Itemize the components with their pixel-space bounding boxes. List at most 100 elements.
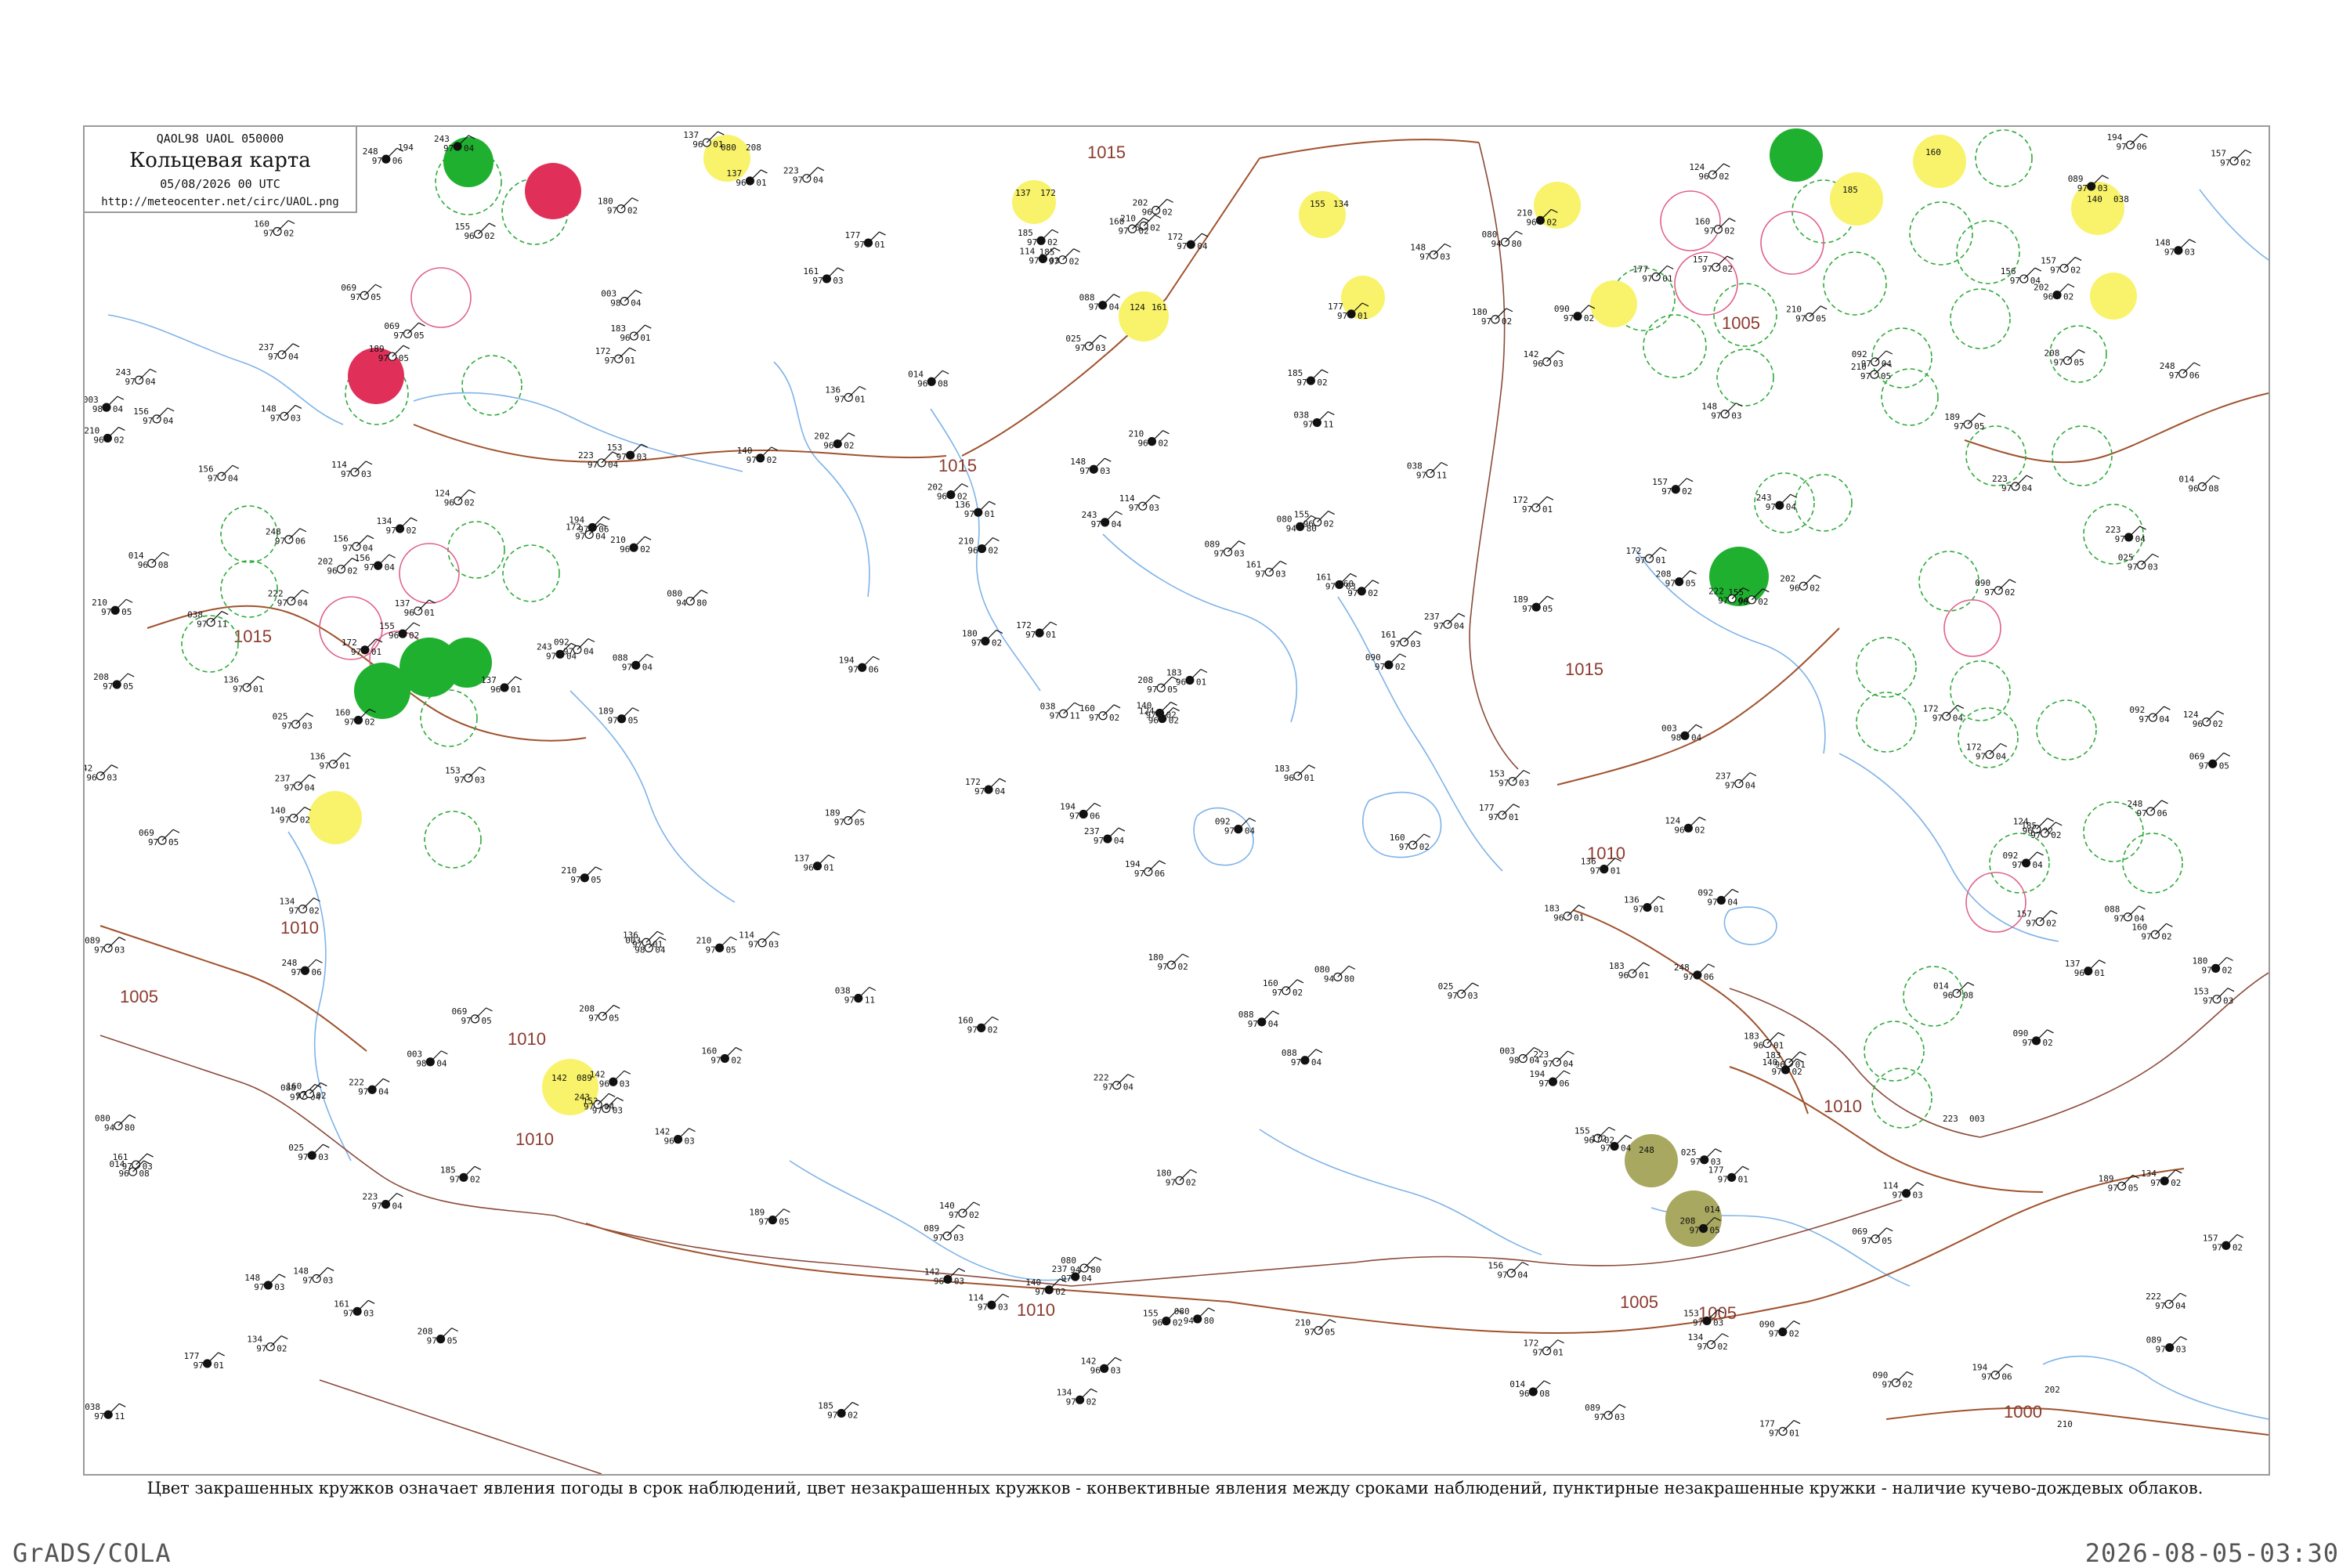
station-tendency: 02	[114, 435, 124, 445]
wind-feather	[989, 500, 996, 505]
station-tendency: 03	[685, 1136, 695, 1147]
wind-feather	[2037, 851, 2044, 856]
river	[287, 831, 352, 1162]
wind-feather	[1729, 218, 1736, 222]
isobar-label: 1005	[1620, 1292, 1658, 1312]
station-visibility: 96	[967, 546, 978, 556]
station-plot: 18597 02	[1018, 228, 1059, 247]
wind-feather	[645, 324, 652, 329]
station-visibility: 97	[1538, 1078, 1549, 1089]
station-tendency: 02	[484, 231, 494, 241]
station-plot: 1429603	[655, 1127, 696, 1147]
conv-ring	[1943, 599, 2001, 657]
station-tendency: 04	[608, 460, 619, 470]
wind-feather	[1686, 478, 1694, 482]
station-visibility: 97	[364, 562, 374, 573]
station-visibility: 97	[1089, 302, 1099, 313]
station-tendency: 01	[371, 647, 381, 657]
station-tendency: 04	[1745, 780, 1756, 790]
station-plot: 08094 80	[1314, 964, 1356, 984]
wx-circle-yellow	[1299, 191, 1346, 238]
isobar	[1964, 392, 2269, 464]
wind-feather	[1458, 612, 1466, 617]
station-visibility: 97	[1590, 866, 1600, 876]
station-tendency: 03	[2185, 247, 2195, 258]
station-plot: 14897 03	[244, 1273, 286, 1292]
wind-feather	[1073, 248, 1080, 253]
wind-feather	[1100, 334, 1107, 339]
station-tendency: 03	[107, 773, 117, 783]
station-tendency: 04	[2033, 860, 2044, 870]
station-visibility: 94	[1184, 1316, 1195, 1326]
wx-circle-green	[1770, 128, 1823, 182]
station-plot: 1429603	[924, 1266, 966, 1286]
station-tendency: 02	[1169, 716, 1179, 726]
wind-feather	[2138, 905, 2146, 910]
station-tendency: 04	[1109, 302, 1120, 313]
station-visibility: 97	[706, 945, 716, 955]
station-tendency: 80	[1204, 1316, 1214, 1326]
wind-feather	[1658, 896, 1665, 901]
wind-feather	[295, 404, 302, 409]
wind-feather	[588, 638, 595, 643]
station-plot: 1429603	[1081, 1356, 1122, 1375]
cb-ring	[1716, 349, 1774, 406]
station-visibility: 97	[343, 1308, 353, 1318]
station-pressure: 140	[2087, 194, 2102, 204]
station-tendency: 06	[2189, 370, 2200, 381]
wind-feather	[515, 676, 522, 681]
station-visibility: 96	[1176, 677, 1186, 688]
wind-feather	[1444, 243, 1452, 247]
station-tendency: 03	[2223, 996, 2233, 1006]
station-tendency: 05	[855, 818, 865, 828]
station-visibility: 97	[1069, 811, 1079, 822]
wind-feather	[382, 1078, 390, 1082]
station-plot: 09297 04	[1215, 817, 1256, 836]
station-tendency: 02	[1724, 226, 1734, 237]
station-tendency: 04	[1996, 751, 2007, 761]
wind-feather	[1280, 560, 1287, 565]
wind-feather	[2050, 910, 2058, 915]
station-visibility: 97	[1118, 226, 1128, 236]
wind-feather	[2026, 475, 2034, 479]
station-plot: 16097 02	[1694, 217, 1736, 237]
station-plot: 24397 04	[1082, 510, 1123, 529]
wind-feather	[403, 345, 410, 349]
station-plot: 08997 03	[2146, 1335, 2187, 1355]
station-visibility: 94	[676, 598, 687, 608]
station-visibility: 97	[1633, 905, 1643, 915]
station-tendency: 02	[988, 546, 998, 556]
station-plot: 14097 02	[737, 446, 778, 465]
station-visibility: 96	[1519, 1389, 1529, 1399]
wind-feather	[1104, 457, 1112, 462]
station-tendency: 02	[1317, 378, 1327, 388]
station-visibility: 97	[1635, 555, 1645, 565]
station-tendency: 02	[2063, 292, 2073, 302]
station-visibility: 97	[1304, 1328, 1314, 1338]
river	[569, 690, 736, 903]
station-visibility: 97	[607, 206, 617, 216]
wind-feather	[127, 673, 135, 677]
station-visibility: 97	[461, 1016, 472, 1026]
station-tendency: 03	[1275, 569, 1285, 579]
station-plot: 08997 03	[1585, 1403, 1626, 1422]
wind-feather	[2180, 1336, 2187, 1341]
station-plot: 03897 11	[1293, 410, 1335, 430]
wind-feather	[1399, 653, 1407, 658]
station-tendency: 04	[1563, 1059, 1574, 1069]
cb-ring	[1823, 251, 1887, 316]
wx-circle-yellow	[1012, 180, 1056, 224]
station-visibility: 96	[823, 441, 833, 451]
wind-feather	[1090, 1388, 1097, 1393]
station-tendency: 06	[869, 664, 879, 674]
wx-circle-yellow	[2090, 273, 2137, 320]
station-visibility: 97	[1224, 826, 1235, 836]
station-plot: 2229704	[349, 1077, 390, 1097]
station-visibility: 97	[1893, 1190, 1903, 1201]
source-url[interactable]: http://meteocenter.net/circ/UAOL.png	[85, 196, 356, 208]
station-visibility: 97	[282, 721, 292, 732]
station-plot: 17797 01	[1632, 264, 1674, 284]
station-plot: 17797 01	[1708, 1165, 1749, 1184]
station-tendency: 05	[1325, 1328, 1335, 1338]
station-visibility: 97	[1272, 988, 1282, 998]
